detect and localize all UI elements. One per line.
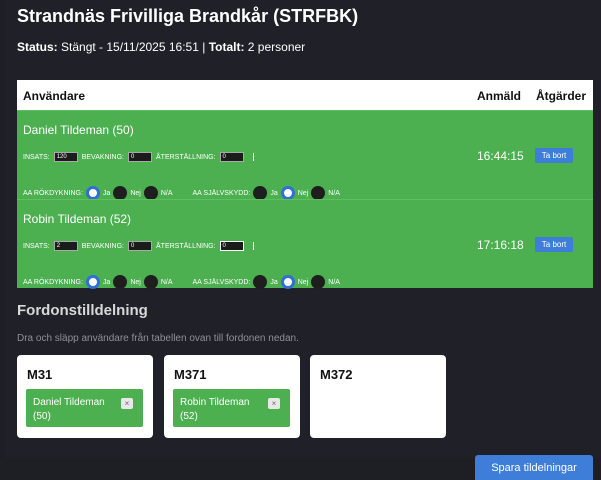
opt-ja-label: Ja — [102, 278, 111, 286]
insats-label: INSATS: — [23, 242, 50, 250]
vehicle-section-title: Fordonstilldelning — [17, 302, 148, 319]
rokdykning-ja-radio[interactable] — [85, 275, 100, 289]
aterstallning-label: ÅTERSTÄLLNING: — [156, 153, 216, 161]
insats-label: INSATS: — [23, 153, 50, 161]
assigned-member-chip[interactable]: Daniel Tildeman (50) × — [26, 389, 143, 427]
aterstallning-label: ÅTERSTÄLLNING: — [156, 242, 216, 250]
certification-options: AA RÖKDYKNING: Ja Nej N/A AA SJÄLVSKYDD:… — [23, 275, 340, 289]
vehicle-card-m371[interactable]: M371 Robin Tildeman (52) × — [164, 355, 300, 438]
total-label: Totalt: — [208, 40, 245, 54]
total-value: 2 personer — [244, 40, 306, 54]
opt-na-label: N/A — [160, 278, 173, 286]
sjalvskydd-nej-radio[interactable] — [280, 186, 295, 200]
opt-na-label: N/A — [328, 189, 340, 197]
rokdykning-nej-radio[interactable] — [113, 186, 128, 200]
status-line: Status: Stängt - 15/11/2025 16:51 | Tota… — [17, 40, 305, 54]
bevakning-input[interactable]: 0 — [128, 241, 152, 251]
member-name: Daniel Tildeman (50) — [23, 123, 134, 137]
sjalvskydd-label: AA SJÄLVSKYDD: — [192, 189, 251, 197]
opt-ja-label: Ja — [270, 278, 278, 286]
divider — [252, 153, 254, 161]
hours-fields: INSATS: 120 BEVAKNING: 0 ÅTERSTÄLLNING: … — [23, 152, 254, 162]
hours-fields: INSATS: 2 BEVAKNING: 0 ÅTERSTÄLLNING: 0 — [23, 241, 254, 251]
registered-time: 16:44:15 — [477, 149, 524, 163]
bevakning-label: BEVAKNING: — [81, 242, 124, 250]
opt-nej-label: Nej — [130, 189, 141, 197]
sjalvskydd-label: AA SJÄLVSKYDD: — [192, 278, 251, 286]
opt-ja-label: Ja — [270, 189, 278, 197]
column-header-actions: Åtgärder — [536, 89, 587, 103]
rokdykning-label: AA RÖKDYKNING: — [23, 278, 83, 286]
aterstallning-input[interactable]: 0 — [219, 241, 244, 251]
opt-nej-label: Nej — [297, 189, 309, 197]
remove-assignment-icon[interactable]: × — [268, 398, 280, 409]
members-table: Användare Anmäld Åtgärder Daniel Tildema… — [17, 80, 593, 289]
column-header-user: Användare — [23, 89, 86, 103]
assigned-member-name: Robin Tildeman (52) — [180, 397, 250, 422]
rokdykning-na-radio[interactable] — [143, 186, 158, 200]
aterstallning-input[interactable]: 0 — [219, 152, 244, 162]
opt-na-label: N/A — [328, 278, 340, 286]
rokdykning-label: AA RÖKDYKNING: — [23, 189, 83, 197]
vehicle-card-m31[interactable]: M31 Daniel Tildeman (50) × — [17, 355, 153, 438]
rokdykning-ja-radio[interactable] — [85, 186, 100, 200]
vehicle-name: M31 — [27, 367, 53, 382]
insats-input[interactable]: 2 — [53, 241, 78, 251]
divider — [252, 242, 254, 250]
opt-nej-label: Nej — [297, 278, 309, 286]
remove-assignment-icon[interactable]: × — [121, 398, 133, 409]
sjalvskydd-nej-radio[interactable] — [280, 275, 295, 289]
opt-ja-label: Ja — [102, 189, 111, 197]
status-value: Stängt - 15/11/2025 16:51 | — [57, 40, 209, 54]
certification-options: AA RÖKDYKNING: Ja Nej N/A AA SJÄLVSKYDD:… — [23, 186, 340, 200]
table-row: Robin Tildeman (52) INSATS: 2 BEVAKNING:… — [17, 199, 593, 289]
drag-hint: Dra och släpp användare från tabellen ov… — [17, 333, 299, 344]
opt-na-label: N/A — [160, 189, 173, 197]
bevakning-input[interactable]: 0 — [128, 152, 152, 162]
sjalvskydd-ja-radio[interactable] — [253, 275, 268, 289]
page-title: Strandnäs Frivilliga Brandkår (STRFBK) — [17, 6, 359, 26]
vehicle-name: M371 — [174, 367, 207, 382]
table-header: Användare Anmäld Åtgärder — [17, 80, 593, 110]
rokdykning-na-radio[interactable] — [143, 275, 158, 289]
remove-button[interactable]: Ta bort — [535, 148, 573, 163]
table-row: Daniel Tildeman (50) INSATS: 120 BEVAKNI… — [17, 110, 593, 200]
bevakning-label: BEVAKNING: — [81, 153, 124, 161]
sjalvskydd-na-radio[interactable] — [311, 186, 326, 200]
save-assignments-button[interactable]: Spara tildelningar — [475, 455, 593, 480]
opt-nej-label: Nej — [130, 278, 141, 286]
member-name: Robin Tildeman (52) — [23, 212, 132, 226]
column-header-registered: Anmäld — [477, 89, 522, 103]
vehicle-name: M372 — [320, 367, 353, 382]
remove-button[interactable]: Ta bort — [535, 237, 573, 252]
assigned-member-chip[interactable]: Robin Tildeman (52) × — [173, 389, 290, 427]
registered-time: 17:16:18 — [477, 238, 524, 252]
sjalvskydd-ja-radio[interactable] — [253, 186, 268, 200]
status-label: Status: — [17, 40, 58, 54]
assigned-member-name: Daniel Tildeman (50) — [33, 397, 105, 422]
sjalvskydd-na-radio[interactable] — [311, 275, 326, 289]
vehicle-card-m372[interactable]: M372 — [310, 355, 446, 438]
rokdykning-nej-radio[interactable] — [113, 275, 128, 289]
insats-input[interactable]: 120 — [53, 152, 78, 162]
